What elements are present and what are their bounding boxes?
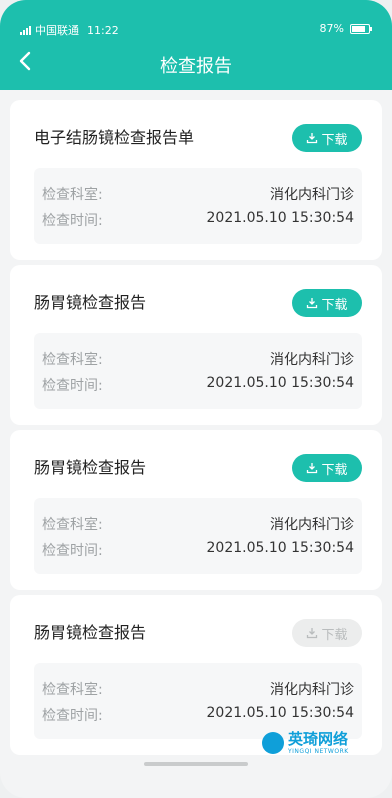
time-row: 检查时间: 2021.05.10 15:30:54 (42, 375, 355, 394)
time-label: 检查时间: (42, 378, 103, 394)
dept-row: 检查科室: 消化内科门诊 (42, 349, 354, 368)
dept-label: 检查科室: (42, 352, 103, 368)
download-label: 下载 (321, 627, 348, 643)
status-right: 87% (319, 22, 372, 35)
download-label: 下载 (321, 462, 348, 478)
status-time: 11:22 (87, 23, 119, 37)
time-row: 检查时间: 2021.05.10 15:30:54 (42, 540, 355, 559)
home-indicator[interactable] (144, 762, 248, 766)
dept-label: 检查科室: (42, 187, 103, 203)
status-left: 中国联通 11:22 (20, 22, 119, 38)
download-icon (307, 463, 318, 474)
download-button[interactable]: 下载 (292, 124, 362, 152)
time-label: 检查时间: (42, 213, 103, 229)
time-value: 2021.05.10 15:30:54 (206, 540, 355, 556)
dept-value: 消化内科门诊 (270, 682, 354, 698)
dept-label: 检查科室: (42, 682, 103, 698)
report-title: 肠胃镜检查报告 (34, 458, 147, 477)
dept-row: 检查科室: 消化内科门诊 (42, 514, 354, 533)
report-card[interactable]: 肠胃镜检查报告 下载 检查科室: 消化内科门诊 检查时间: 2021.05.10… (10, 430, 382, 590)
time-value: 2021.05.10 15:30:54 (206, 210, 355, 226)
dept-row: 检查科室: 消化内科门诊 (42, 184, 354, 203)
time-label: 检查时间: (42, 708, 103, 724)
header: 中国联通 11:22 87% 检查报告 (0, 0, 392, 90)
time-row: 检查时间: 2021.05.10 15:30:54 (42, 210, 355, 229)
download-icon (307, 298, 318, 309)
report-info: 检查科室: 消化内科门诊 检查时间: 2021.05.10 15:30:54 (34, 663, 362, 739)
watermark-main: 英琦网络 (288, 729, 349, 748)
report-card[interactable]: 电子结肠镜检查报告单 下载 检查科室: 消化内科门诊 检查时间: 2021.05… (10, 100, 382, 260)
report-info: 检查科室: 消化内科门诊 检查时间: 2021.05.10 15:30:54 (34, 333, 362, 409)
download-button[interactable]: 下载 (292, 454, 362, 482)
dept-label: 检查科室: (42, 517, 103, 533)
download-icon (307, 133, 318, 144)
battery-percent: 87% (319, 22, 344, 35)
signal-icon (20, 25, 31, 35)
download-button[interactable]: 下载 (292, 289, 362, 317)
watermark: 英琦网络 YINGQI NETWORK (262, 730, 372, 756)
watermark-sub: YINGQI NETWORK (288, 747, 349, 755)
nav-bar: 检查报告 (0, 44, 392, 84)
watermark-text: 英琦网络 YINGQI NETWORK (288, 729, 349, 755)
battery-icon (350, 23, 372, 34)
download-button-disabled: 下载 (292, 619, 362, 647)
download-icon (307, 628, 318, 639)
time-label: 检查时间: (42, 543, 103, 559)
watermark-logo-icon (262, 732, 284, 754)
time-value: 2021.05.10 15:30:54 (206, 705, 355, 721)
dept-value: 消化内科门诊 (270, 187, 354, 203)
report-info: 检查科室: 消化内科门诊 检查时间: 2021.05.10 15:30:54 (34, 168, 362, 244)
time-value: 2021.05.10 15:30:54 (206, 375, 355, 391)
phone-screen: 中国联通 11:22 87% 检查报告 电子结肠镜检查报告单 下载 检查科室: … (0, 0, 392, 798)
dept-value: 消化内科门诊 (270, 352, 354, 368)
report-title: 肠胃镜检查报告 (34, 293, 147, 312)
download-label: 下载 (321, 132, 348, 148)
time-row: 检查时间: 2021.05.10 15:30:54 (42, 705, 355, 724)
report-title: 肠胃镜检查报告 (34, 623, 147, 642)
dept-value: 消化内科门诊 (270, 517, 354, 533)
dept-row: 检查科室: 消化内科门诊 (42, 679, 354, 698)
report-title: 电子结肠镜检查报告单 (34, 128, 195, 147)
page-title: 检查报告 (160, 56, 232, 77)
report-card[interactable]: 肠胃镜检查报告 下载 检查科室: 消化内科门诊 检查时间: 2021.05.10… (10, 265, 382, 425)
report-info: 检查科室: 消化内科门诊 检查时间: 2021.05.10 15:30:54 (34, 498, 362, 574)
carrier-name: 中国联通 (35, 24, 79, 37)
download-label: 下载 (321, 297, 348, 313)
status-bar: 中国联通 11:22 87% (0, 0, 392, 40)
